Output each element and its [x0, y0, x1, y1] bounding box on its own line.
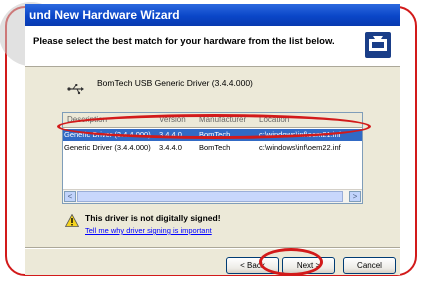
horizontal-scrollbar[interactable]: < >	[63, 189, 362, 203]
driver-row[interactable]: Generic Driver (3.4.4.000) 3.4.4.0 BomTe…	[63, 129, 362, 141]
unsigned-driver-warning: This driver is not digitally signed!	[85, 213, 221, 223]
column-manufacturer[interactable]: Manufacturer	[199, 115, 246, 124]
warning-icon	[65, 214, 79, 227]
title-bar: und New Hardware Wizard	[25, 4, 400, 26]
driver-signing-link[interactable]: Tell me why driver signing is important	[85, 226, 212, 235]
back-button[interactable]: < Back	[226, 257, 279, 274]
row-manufacturer: BomTech	[199, 130, 231, 139]
hardware-wizard-window: und New Hardware Wizard Please select th…	[25, 4, 400, 275]
row-version: 3.4.4.0	[159, 130, 182, 139]
column-description[interactable]: Description	[67, 115, 107, 124]
row-version: 3.4.4.0	[159, 143, 182, 152]
row-location: c:\windows\inf\oem22.inf	[259, 143, 341, 152]
header-prompt: Please select the best match for your ha…	[33, 36, 335, 47]
next-button[interactable]: Next >	[282, 257, 335, 274]
column-header: Description Version Manufacturer Locatio…	[63, 113, 362, 128]
cancel-button[interactable]: Cancel	[343, 257, 396, 274]
scroll-thumb[interactable]	[77, 191, 343, 202]
scroll-right-button[interactable]: >	[349, 191, 361, 202]
usb-icon	[67, 84, 84, 95]
column-location[interactable]: Location	[259, 115, 289, 124]
driver-list[interactable]: Description Version Manufacturer Locatio…	[62, 112, 363, 204]
device-name: BomTech USB Generic Driver (3.4.4.000)	[97, 78, 253, 88]
scroll-left-button[interactable]: <	[64, 191, 76, 202]
row-description: Generic Driver (3.4.4.000)	[64, 130, 151, 139]
row-location: c:\windows\inf\oem21.inf	[259, 130, 341, 139]
button-separator	[25, 247, 400, 249]
column-version[interactable]: Version	[159, 115, 186, 124]
row-manufacturer: BomTech	[199, 143, 231, 152]
window-title: und New Hardware Wizard	[29, 8, 180, 22]
driver-row[interactable]: Generic Driver (3.4.4.000) 3.4.4.0 BomTe…	[63, 142, 362, 154]
row-description: Generic Driver (3.4.4.000)	[64, 143, 151, 152]
wizard-header: Please select the best match for your ha…	[25, 26, 400, 67]
hardware-icon	[365, 32, 391, 58]
